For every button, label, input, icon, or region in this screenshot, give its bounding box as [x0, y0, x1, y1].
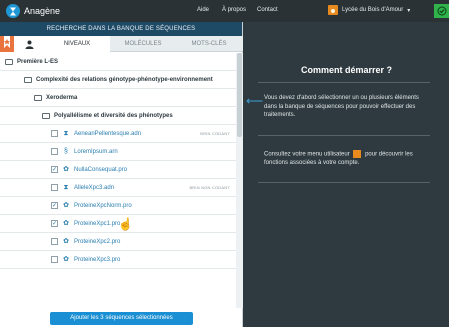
- protein-icon: ✿: [63, 166, 69, 173]
- user-name: Lycée du Bois d'Amour: [342, 7, 404, 13]
- tree-label: Première L-ES: [17, 58, 59, 65]
- item-checkbox[interactable]: [51, 148, 58, 155]
- item-checkbox[interactable]: ✓: [51, 220, 58, 227]
- item-checkbox[interactable]: [51, 184, 58, 191]
- item-checkbox[interactable]: ✓: [51, 166, 58, 173]
- folder-open-icon: [42, 112, 50, 119]
- item-label: ProteineXpc1.pro: [74, 220, 121, 227]
- sequence-item[interactable]: ✓ ✿ ProteineXpcNorm.pro: [0, 197, 236, 215]
- folder-icon: [24, 76, 32, 83]
- tree-level-4[interactable]: Polyallélisme et diversité des phénotype…: [0, 107, 236, 125]
- item-label: LoremIpsum.arn: [74, 148, 118, 155]
- scrollbar-thumb[interactable]: [237, 53, 242, 137]
- arrow-left-icon: ⟵: [246, 94, 264, 108]
- user-avatar-icon: [328, 5, 338, 15]
- app-logo[interactable]: Anagène: [6, 4, 60, 18]
- rna-icon: §: [64, 148, 68, 155]
- chevron-down-icon: ▾: [407, 7, 411, 14]
- user-icon[interactable]: [14, 36, 44, 52]
- nav-about[interactable]: À propos: [222, 7, 246, 13]
- help-paragraph-2: Consultez votre menu utilisateur pour dé…: [264, 150, 432, 168]
- tab-levels[interactable]: NIVEAUX: [44, 36, 110, 52]
- strand-tag: BRIN NON CODANT: [189, 185, 230, 190]
- sequence-item[interactable]: ✓ ✿ NullaConsequat.pro: [0, 161, 236, 179]
- tab-keywords[interactable]: MOTS-CLÉS: [176, 36, 242, 52]
- tab-molecules[interactable]: MOLÉCULES: [110, 36, 176, 52]
- top-bar: Anagène Aide À propos Contact Lycée du B…: [0, 0, 449, 22]
- divider: [258, 182, 430, 183]
- help-text-before: Consultez votre menu utilisateur: [264, 151, 350, 158]
- help-paragraph-1: Vous devez d'abord sélectionner un ou pl…: [264, 95, 419, 118]
- protein-icon: ✿: [63, 220, 69, 227]
- item-label: AlleleXpc3.adn: [74, 184, 115, 191]
- item-checkbox[interactable]: [51, 130, 58, 137]
- tree-label: Xeroderma: [46, 94, 78, 101]
- tree-level-2[interactable]: Complexité des relations génotype-phénot…: [0, 71, 236, 89]
- tree-label: Complexité des relations génotype-phénot…: [36, 76, 213, 83]
- protein-icon: ✿: [63, 256, 69, 263]
- sequence-bank-panel: RECHERCHE DANS LA BANQUE DE SÉQUENCES NI…: [0, 22, 243, 327]
- sequence-item[interactable]: ✿ ProteineXpc3.pro: [0, 251, 236, 269]
- sequence-tree: Première L-ES Complexité des relations g…: [0, 53, 236, 308]
- item-checkbox[interactable]: [51, 238, 58, 245]
- help-title: Comment démarrer ?: [300, 65, 393, 75]
- sequence-item[interactable]: ✿ ProteineXpc2.pro: [0, 233, 236, 251]
- user-menu[interactable]: Lycée du Bois d'Amour ▾: [328, 5, 410, 15]
- divider: [258, 135, 430, 136]
- bookmark-icon[interactable]: [0, 36, 14, 52]
- user-avatar-icon: [353, 150, 362, 158]
- strand-tag: BRIN CODANT: [200, 131, 230, 136]
- item-label: ProteineXpc3.pro: [74, 256, 121, 263]
- hand-cursor-icon: ☝: [118, 217, 133, 231]
- item-label: ProteineXpcNorm.pro: [74, 202, 132, 209]
- sequence-item[interactable]: ⧗ AlleleXpc3.adn BRIN NON CODANT: [0, 179, 236, 197]
- item-label: NullaConsequat.pro: [74, 166, 128, 173]
- item-label: AeneanPellentesque.adn: [74, 130, 142, 137]
- help-panel: Comment démarrer ? ⟵ Vous devez d'abord …: [244, 22, 449, 327]
- protein-icon: ✿: [63, 202, 69, 209]
- item-checkbox[interactable]: ✓: [51, 202, 58, 209]
- protein-icon: ✿: [63, 238, 69, 245]
- status-indicator[interactable]: [434, 4, 449, 18]
- divider: [258, 82, 430, 83]
- panel-header: RECHERCHE DANS LA BANQUE DE SÉQUENCES: [0, 22, 242, 36]
- nav-help[interactable]: Aide: [197, 7, 209, 13]
- add-selected-button[interactable]: Ajouter les 3 séquences sélectionnées: [50, 312, 193, 325]
- sequence-item[interactable]: § LoremIpsum.arn: [0, 143, 236, 161]
- tree-level-1[interactable]: Première L-ES: [0, 53, 236, 71]
- check-shield-icon: [437, 6, 446, 16]
- tab-bar: NIVEAUX MOLÉCULES MOTS-CLÉS: [0, 36, 243, 52]
- app-name: Anagène: [24, 6, 61, 16]
- dna-icon: ⧗: [63, 130, 69, 137]
- dna-icon: ⧗: [63, 184, 69, 191]
- nav-contact[interactable]: Contact: [257, 7, 278, 13]
- folder-icon: [5, 58, 13, 65]
- sequence-item[interactable]: ⧗ AeneanPellentesque.adn BRIN CODANT: [0, 125, 236, 143]
- item-checkbox[interactable]: [51, 256, 58, 263]
- tree-scrollbar[interactable]: [236, 53, 243, 308]
- hourglass-icon: [6, 4, 20, 18]
- item-label: ProteineXpc2.pro: [74, 238, 121, 245]
- tree-level-3[interactable]: Xeroderma: [0, 89, 236, 107]
- tree-label: Polyallélisme et diversité des phénotype…: [54, 112, 173, 119]
- folder-icon: [34, 94, 42, 101]
